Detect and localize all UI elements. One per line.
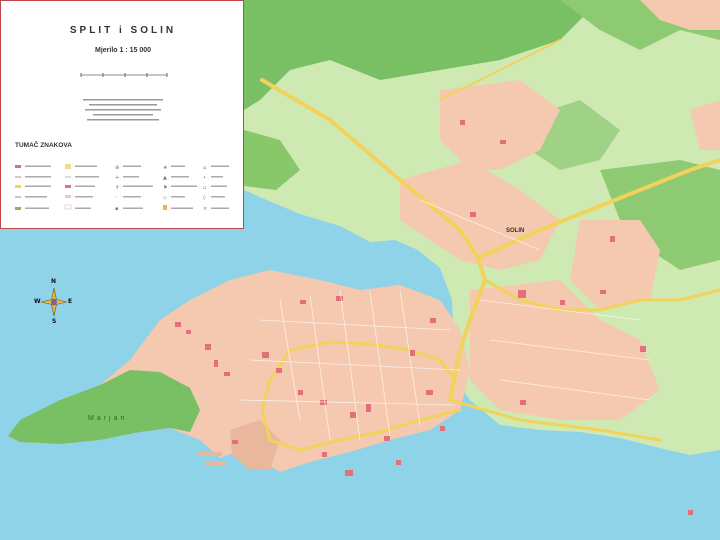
svg-text:▲: ▲ (163, 175, 167, 181)
pier (198, 452, 222, 456)
svg-text:▫: ▫ (203, 185, 206, 191)
svg-text:◊: ◊ (203, 194, 206, 201)
svg-text:▪: ▪ (115, 206, 118, 212)
compass-icon (41, 288, 67, 316)
legend-symbol-column: ★ ▲ ⚑ ◇ (163, 165, 197, 210)
legend-symbol-column: ⌂ • ▫ ◊ × (203, 165, 229, 212)
compass-rose: N W E S (34, 278, 74, 326)
svg-text:⚑: ⚑ (163, 185, 167, 191)
svg-text:•: • (203, 175, 206, 181)
pier (205, 462, 225, 465)
legend-fine-print (83, 99, 163, 121)
compass-east-label: E (68, 298, 73, 305)
map-scale: Mjerilo 1 : 15 000 (94, 47, 152, 54)
svg-text:×: × (203, 206, 207, 212)
compass-west-label: W (34, 298, 41, 305)
place-label-solin: SOLIN (506, 228, 524, 234)
map-legend-panel: SPLIT i SOLIN Mjerilo 1 : 15 000 TUMAČ Z… (0, 0, 244, 229)
legend-symbols: ⊕ + ✝ ◦ ▪ ★ ▲ ⚑ ◇ ⌂ • ▫ ◊ × (15, 164, 229, 212)
compass-south-label: S (52, 318, 57, 325)
legend-heading: TUMAČ ZNAKOVA (15, 142, 72, 149)
place-label-marjan: Marjan (88, 415, 127, 422)
svg-text:+: + (115, 175, 119, 181)
scale-bar (80, 73, 168, 77)
svg-text:⊕: ⊕ (115, 165, 119, 171)
map-title: SPLIT i SOLIN (69, 25, 177, 36)
svg-text:⌂: ⌂ (203, 165, 206, 171)
svg-text:★: ★ (163, 165, 168, 171)
compass-north-label: N (51, 278, 57, 285)
svg-text:✝: ✝ (115, 185, 119, 191)
legend-symbol-column: ⊕ + ✝ ◦ ▪ (115, 165, 153, 212)
legend-symbol-column (15, 165, 51, 210)
svg-text:◇: ◇ (163, 195, 167, 201)
legend-symbol-column (64, 164, 99, 210)
svg-text:◦: ◦ (115, 195, 118, 201)
